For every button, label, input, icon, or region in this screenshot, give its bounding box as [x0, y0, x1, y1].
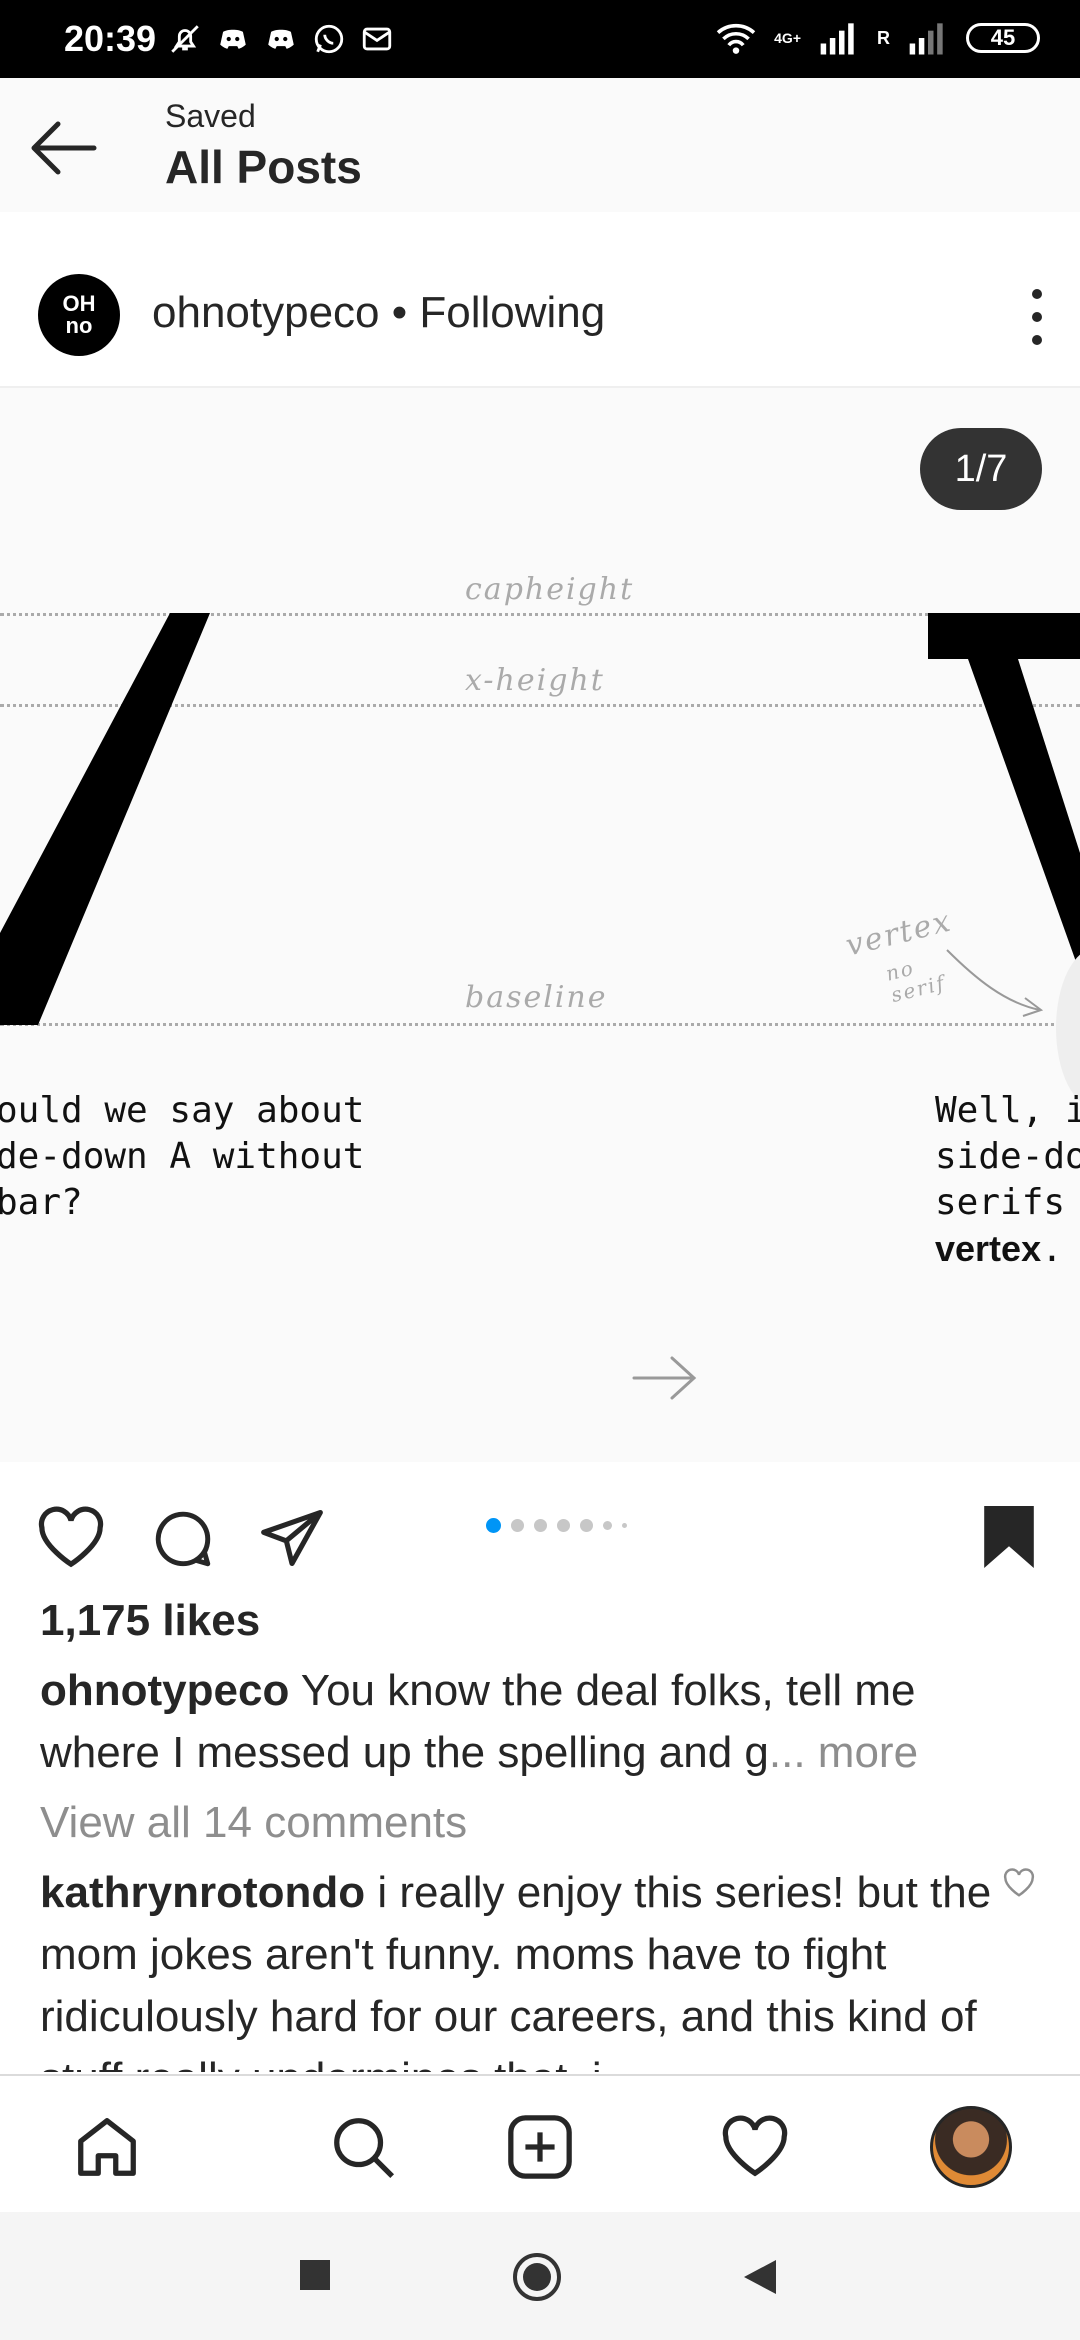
author-line: ohnotypeco • Following: [152, 288, 605, 338]
arrow-left-icon[interactable]: [28, 118, 100, 178]
discord-icon: [220, 29, 246, 49]
post-caption: ohnotypeco You know the deal folks, tell…: [40, 1660, 1040, 1784]
avatar-text-bottom: no: [65, 313, 93, 338]
signal-icon: [909, 23, 943, 55]
status-bar: 20:39 4G+ R 45: [0, 0, 1080, 78]
heart-icon[interactable]: [1002, 1868, 1036, 1898]
comment-preview: kathrynrotondo i really enjoy this serie…: [40, 1862, 1000, 2072]
arrow-right-icon: [632, 1356, 697, 1400]
recent-apps-icon[interactable]: [298, 2258, 332, 2292]
page-title: All Posts: [165, 141, 362, 193]
likes-count[interactable]: 1,175 likes: [40, 1596, 260, 1646]
caption-more-link[interactable]: ... more: [769, 1728, 918, 1777]
home-icon[interactable]: [72, 2112, 142, 2182]
carousel-dot: [603, 1521, 612, 1530]
separator-dot: •: [379, 288, 420, 337]
bottom-tab-bar: [0, 2074, 1080, 2214]
slide-text-left: ould we say about de-down A without bar?: [0, 1088, 364, 1226]
heart-icon[interactable]: [720, 2112, 790, 2182]
heart-icon[interactable]: [36, 1506, 106, 1570]
search-icon[interactable]: [328, 2112, 398, 2182]
follow-status[interactable]: Following: [419, 288, 605, 337]
slide-text-line: ould we say about: [0, 1090, 365, 1131]
slide-text-line: bar?: [0, 1182, 83, 1223]
carousel-dot: [511, 1519, 524, 1532]
post-header: OH no ohnotypeco • Following: [0, 212, 1080, 388]
author-username[interactable]: ohnotypeco: [152, 288, 380, 337]
network-type-label: 4G+: [774, 30, 801, 46]
slide-text-line: serifs o: [935, 1182, 1080, 1223]
carousel-dot: [557, 1519, 570, 1532]
system-navigation-bar: [0, 2212, 1080, 2340]
appbar-subtitle: Saved: [165, 98, 256, 134]
capheight-label: capheight: [465, 572, 635, 607]
notification-icons: [168, 22, 394, 56]
profile-avatar[interactable]: [930, 2106, 1012, 2188]
status-time: 20:39: [64, 18, 157, 59]
slide-text-line: Well, it's: [935, 1090, 1080, 1131]
slide-text-bold: vertex: [935, 1228, 1042, 1269]
carousel-dot: [486, 1518, 501, 1533]
top-app-bar: Saved All Posts: [0, 78, 1080, 214]
slide-text-right: Well, it's side-do serifs o vertex.: [935, 1088, 1080, 1273]
slide-text-line: de-down A without: [0, 1136, 365, 1177]
mute-icon: [171, 25, 199, 53]
carousel-indicator: [486, 1518, 627, 1533]
discord-icon: [268, 29, 294, 49]
caption-username[interactable]: ohnotypeco: [40, 1666, 289, 1715]
view-all-comments-link[interactable]: View all 14 comments: [40, 1798, 467, 1848]
annotation-arrow: [946, 949, 1044, 1017]
back-triangle-icon[interactable]: [742, 2258, 778, 2296]
add-post-icon[interactable]: [505, 2112, 575, 2182]
wifi-icon: [716, 23, 756, 54]
system-icons: 4G+ R 45: [714, 20, 1040, 56]
slide-text-tail: .: [1041, 1229, 1063, 1270]
signal-icon: [820, 23, 854, 55]
more-vertical-icon[interactable]: [1022, 282, 1052, 352]
bookmark-filled-icon[interactable]: [978, 1502, 1040, 1572]
home-button-icon[interactable]: [512, 2252, 562, 2302]
author-avatar[interactable]: OH no: [38, 274, 120, 356]
carousel-dot: [580, 1519, 593, 1532]
comment-username[interactable]: kathrynrotondo: [40, 1868, 365, 1917]
carousel-dot: [622, 1523, 627, 1528]
baseline-label: baseline: [465, 980, 608, 1015]
roaming-label: R: [877, 27, 890, 48]
slide-text-line: side-do: [935, 1136, 1080, 1177]
battery-indicator: 45: [966, 23, 1040, 53]
xheight-label: x-height: [465, 663, 605, 698]
carousel-dot: [534, 1519, 547, 1532]
whatsapp-icon: [314, 24, 344, 54]
carousel-counter: 1/7: [920, 428, 1042, 510]
comment-icon[interactable]: [150, 1506, 216, 1572]
avatar-text-top: OH: [62, 291, 96, 316]
mail-icon: [362, 27, 392, 51]
letter-v-illustration: [0, 613, 210, 1025]
send-icon[interactable]: [258, 1506, 326, 1570]
post-media-carousel[interactable]: 1/7 capheight x-height baseline vertex n…: [0, 388, 1080, 1462]
